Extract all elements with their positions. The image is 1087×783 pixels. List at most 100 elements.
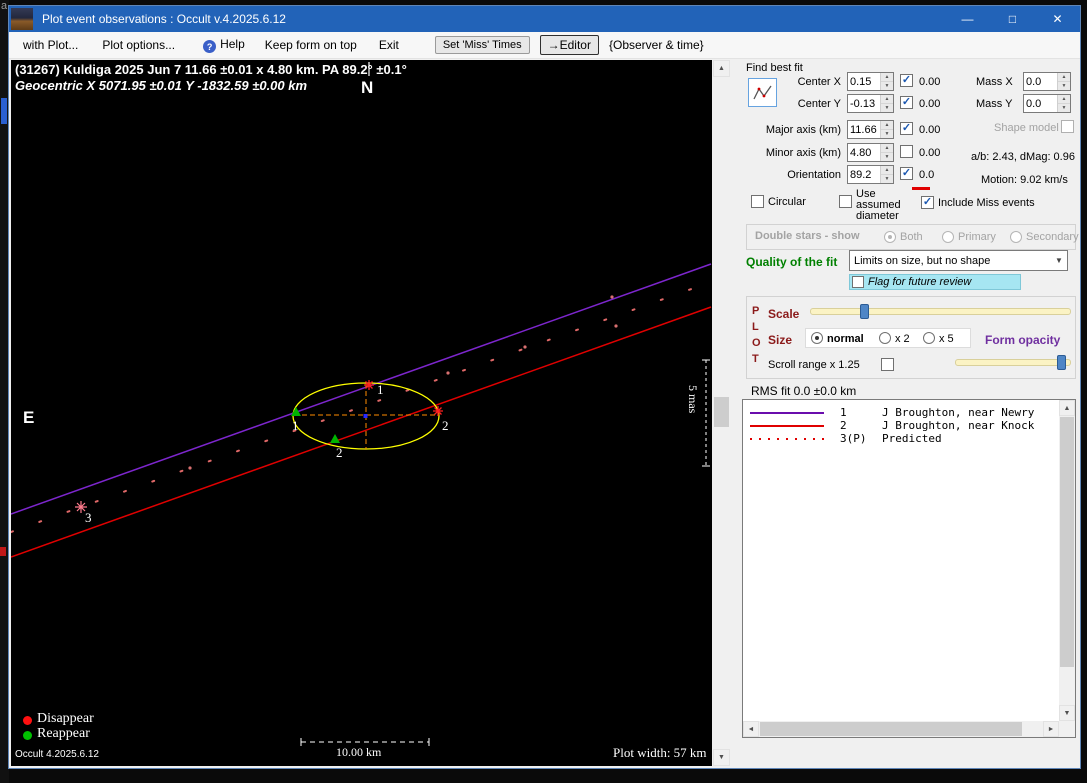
observer-time-button[interactable]: {Observer & time} — [609, 38, 704, 52]
menu-help[interactable]: ?Help — [203, 37, 245, 54]
scatter-dot — [446, 371, 449, 374]
minor-axis-input[interactable] — [848, 144, 880, 161]
major-axis-input[interactable] — [848, 121, 880, 138]
scroll-down-icon[interactable]: ▼ — [713, 749, 730, 766]
center-y-input[interactable] — [848, 95, 880, 112]
spin-down-icon[interactable]: ▼ — [1058, 104, 1070, 112]
mass-y-spinner[interactable]: ▲▼ — [1023, 94, 1071, 113]
set-miss-times-button[interactable]: Set 'Miss' Times — [435, 36, 530, 54]
menu-help-label: Help — [220, 37, 245, 51]
scroll-right-icon[interactable]: ► — [1043, 721, 1059, 737]
observer-row[interactable]: 3(P) Predicted — [750, 432, 942, 445]
east-label: E — [23, 408, 34, 428]
spin-up-icon[interactable]: ▲ — [881, 121, 893, 130]
flag-review-checkbox[interactable] — [852, 276, 864, 288]
scrollbar-thumb[interactable] — [714, 397, 729, 427]
plot-settings-group: P L O T Scale Size normal x 2 x 5 Form o… — [746, 296, 1076, 379]
minor-axis-fix-checkbox[interactable] — [900, 145, 913, 158]
observers-listbox[interactable]: 1 J Broughton, near Newry 2 J Broughton,… — [742, 399, 1076, 738]
minor-axis-spinner[interactable]: ▲▼ — [847, 143, 894, 162]
rms-label: RMS fit 0.0 ±0.0 km — [751, 384, 856, 398]
scrollbar-thumb[interactable] — [760, 722, 1022, 736]
size-x2-radio[interactable] — [879, 332, 891, 344]
use-assumed-checkbox[interactable] — [839, 195, 852, 208]
maximize-icon[interactable]: □ — [990, 6, 1035, 32]
editor-button[interactable]: →Editor — [540, 35, 599, 55]
size-label: Size — [768, 333, 792, 347]
scrollbar-thumb[interactable] — [1060, 417, 1074, 667]
orientation-input[interactable] — [848, 166, 880, 183]
listbox-vertical-scrollbar[interactable]: ▲ ▼ — [1059, 400, 1075, 721]
spin-down-icon[interactable]: ▼ — [1058, 82, 1070, 90]
spin-down-icon[interactable]: ▼ — [881, 175, 893, 183]
observer-row[interactable]: 1 J Broughton, near Newry — [750, 406, 1034, 419]
spin-up-icon[interactable]: ▲ — [1058, 73, 1070, 82]
scroll-left-icon[interactable]: ◄ — [743, 721, 759, 737]
orientation-fix-checkbox[interactable] — [900, 167, 913, 180]
scroll-up-icon[interactable]: ▲ — [1059, 400, 1075, 416]
scale-slider[interactable] — [810, 304, 1071, 319]
size-x5-radio[interactable] — [923, 332, 935, 344]
flag-review-label: Flag for future review — [868, 276, 971, 288]
center-x-label: Center X — [779, 76, 841, 88]
spin-up-icon[interactable]: ▲ — [881, 95, 893, 104]
menu-with-plot[interactable]: with Plot... — [23, 38, 78, 52]
major-axis-spinner[interactable]: ▲▼ — [847, 120, 894, 139]
close-icon[interactable]: ✕ — [1035, 6, 1080, 32]
center-y-spinner[interactable]: ▲▼ — [847, 94, 894, 113]
chord-line-2 — [11, 307, 711, 557]
find-best-fit-button[interactable] — [748, 78, 777, 107]
spin-up-icon[interactable]: ▲ — [881, 144, 893, 153]
quality-select[interactable]: Limits on size, but no shape ▼ — [849, 250, 1068, 271]
plot-width-label: Plot width: 57 km — [613, 745, 707, 761]
scatter-dot — [614, 324, 617, 327]
center-y-fix-checkbox[interactable] — [900, 96, 913, 109]
circular-checkbox[interactable] — [751, 195, 764, 208]
scale-slider-thumb[interactable] — [860, 304, 869, 319]
center-x-input[interactable] — [848, 73, 880, 90]
scroll-down-icon[interactable]: ▼ — [1059, 705, 1075, 721]
scroll-range-slider-track[interactable] — [955, 359, 1071, 366]
center-x-fix-checkbox[interactable] — [900, 74, 913, 87]
spin-down-icon[interactable]: ▼ — [881, 130, 893, 138]
scatter-dot — [188, 466, 191, 469]
major-axis-fix-checkbox[interactable] — [900, 122, 913, 135]
observer-row[interactable]: 2 J Broughton, near Knock — [750, 419, 1034, 432]
spin-up-icon[interactable]: ▲ — [881, 166, 893, 175]
mass-y-input[interactable] — [1024, 95, 1057, 112]
shape-model-checkbox[interactable] — [1061, 120, 1074, 133]
spinner-arrows: ▲▼ — [880, 73, 893, 90]
menu-exit[interactable]: Exit — [379, 38, 399, 52]
form-opacity-label[interactable]: Form opacity — [985, 333, 1060, 347]
radio-secondary[interactable] — [1010, 231, 1022, 243]
scroll-range-checkbox[interactable] — [881, 358, 894, 371]
mass-x-spinner[interactable]: ▲▼ — [1023, 72, 1071, 91]
mas-scale-label: 5 mas — [685, 385, 700, 413]
spin-down-icon[interactable]: ▼ — [881, 82, 893, 90]
spin-down-icon[interactable]: ▼ — [881, 104, 893, 112]
include-miss-checkbox[interactable] — [921, 196, 934, 209]
minimize-icon[interactable]: — — [945, 6, 990, 32]
spin-up-icon[interactable]: ▲ — [1058, 95, 1070, 104]
radio-primary[interactable] — [942, 231, 954, 243]
size-normal-radio[interactable] — [811, 332, 823, 344]
plot-area[interactable]: (31267) Kuldiga 2025 Jun 7 11.66 ±0.01 x… — [11, 60, 712, 766]
scroll-range-slider[interactable] — [955, 355, 1071, 370]
spin-down-icon[interactable]: ▼ — [881, 153, 893, 161]
center-x-spinner[interactable]: ▲▼ — [847, 72, 894, 91]
listbox-horizontal-scrollbar[interactable]: ◄ ► — [743, 721, 1059, 737]
chevron-down-icon[interactable]: ▼ — [1051, 256, 1067, 265]
menu-keep-on-top[interactable]: Keep form on top — [265, 38, 357, 52]
scroll-range-slider-thumb[interactable] — [1057, 355, 1066, 370]
spinner-arrows: ▲▼ — [1057, 95, 1070, 112]
menu-plot-options[interactable]: Plot options... — [102, 38, 175, 52]
scale-slider-track[interactable] — [810, 308, 1071, 315]
radio-both[interactable] — [884, 231, 896, 243]
scroll-up-icon[interactable]: ▲ — [713, 60, 730, 77]
plot-vertical-scrollbar[interactable]: ▲ ▼ — [713, 60, 730, 766]
center-y-label: Center Y — [779, 98, 841, 110]
orientation-spinner[interactable]: ▲▼ — [847, 165, 894, 184]
mass-x-input[interactable] — [1024, 73, 1057, 90]
find-best-fit-label: Find best fit — [746, 62, 803, 74]
spin-up-icon[interactable]: ▲ — [881, 73, 893, 82]
